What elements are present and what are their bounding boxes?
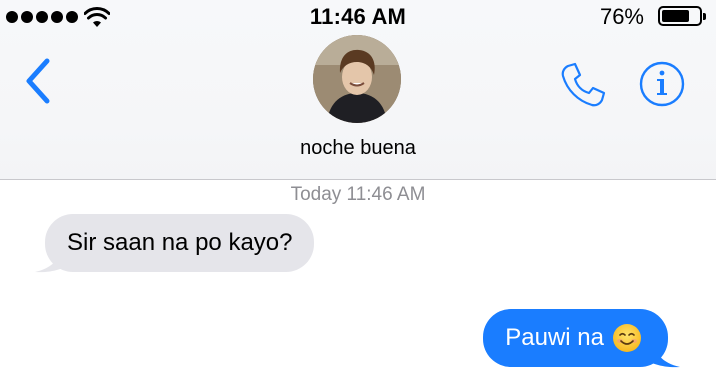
battery-percent: 76%: [599, 4, 644, 29]
contact-name[interactable]: noche buena: [0, 137, 716, 160]
outgoing-message-text: Pauwi na: [505, 324, 604, 351]
incoming-message-bubble[interactable]: Sir saan na po kayo?: [45, 214, 315, 272]
timestamp-day: Today: [290, 184, 342, 205]
info-button[interactable]: [638, 60, 686, 108]
incoming-message-text: Sir saan na po kayo?: [67, 229, 293, 256]
outgoing-message-bubble[interactable]: Pauwi na: [483, 309, 668, 367]
avatar-photo: [313, 35, 401, 123]
battery-fill: [662, 10, 690, 22]
status-bar: 11:46 AM 76%: [0, 0, 716, 36]
message-timestamp: Today 11:46 AM: [0, 184, 716, 206]
contact-avatar[interactable]: [313, 35, 401, 123]
header-divider: [0, 179, 716, 180]
phone-icon: [561, 62, 606, 107]
smiling-face-emoji-icon: [613, 324, 641, 352]
timestamp-time: 11:46 AM: [346, 184, 426, 205]
call-button[interactable]: [558, 60, 608, 110]
battery-icon: [658, 6, 706, 26]
back-button[interactable]: [20, 56, 56, 106]
chevron-left-icon: [26, 58, 50, 104]
info-icon: [639, 61, 685, 107]
